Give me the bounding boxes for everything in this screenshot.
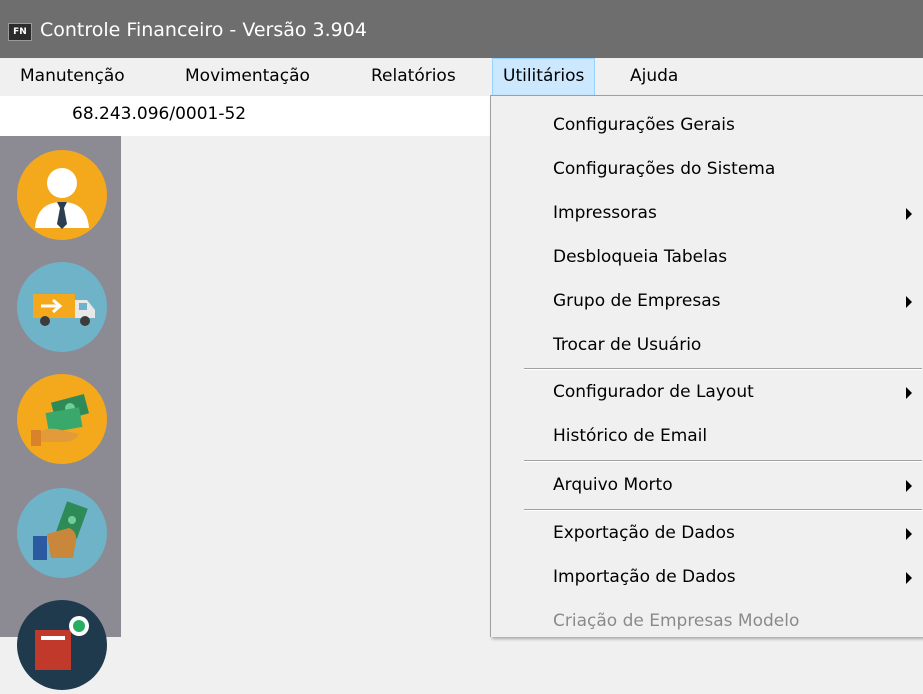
menu-item-configuracoes-gerais[interactable]: Configurações Gerais — [491, 104, 923, 148]
menu-bar: Manutenção Movimentação Relatórios Utili… — [0, 58, 923, 96]
menu-separator — [524, 368, 922, 370]
menu-utilitarios[interactable]: Utilitários — [492, 58, 596, 96]
company-cnpj: 68.243.096/0001-52 — [72, 104, 247, 124]
menu-item-label: Configurador de Layout — [553, 382, 754, 402]
menu-item-grupo-empresas[interactable]: Grupo de Empresas — [491, 280, 923, 324]
menu-item-label: Arquivo Morto — [553, 475, 673, 495]
menu-movimentacao[interactable]: Movimentação — [175, 58, 320, 96]
submenu-arrow-icon — [906, 296, 912, 308]
submenu-arrow-icon — [906, 572, 912, 584]
menu-item-label: Configurações Gerais — [553, 115, 735, 135]
menu-separator — [524, 460, 922, 462]
utilitarios-dropdown-menu: Configurações Gerais Configurações do Si… — [490, 95, 923, 637]
window-title: Controle Financeiro - Versão 3.904 — [40, 19, 367, 41]
menu-item-configurador-layout[interactable]: Configurador de Layout — [491, 371, 923, 415]
submenu-arrow-icon — [906, 208, 912, 220]
menu-ajuda[interactable]: Ajuda — [620, 58, 688, 96]
menu-item-trocar-usuario[interactable]: Trocar de Usuário — [491, 324, 923, 368]
menu-manutencao[interactable]: Manutenção — [10, 58, 135, 96]
delivery-truck-icon[interactable] — [17, 262, 107, 352]
title-bar: FN Controle Financeiro - Versão 3.904 — [0, 0, 923, 58]
menu-item-label: Desbloqueia Tabelas — [553, 247, 728, 267]
menu-item-configuracoes-sistema[interactable]: Configurações do Sistema — [491, 148, 923, 192]
menu-item-importacao-dados[interactable]: Importação de Dados — [491, 556, 923, 600]
menu-item-label: Configurações do Sistema — [553, 159, 776, 179]
money-payment-icon[interactable] — [17, 374, 107, 464]
submenu-arrow-icon — [906, 387, 912, 399]
submenu-arrow-icon — [906, 528, 912, 540]
menu-item-label: Trocar de Usuário — [553, 335, 702, 355]
menu-item-impressoras[interactable]: Impressoras — [491, 192, 923, 236]
menu-item-label: Importação de Dados — [553, 567, 736, 587]
company-bar: 68.243.096/0001-52 — [0, 96, 490, 136]
sidebar — [0, 136, 121, 690]
document-dollar-icon[interactable] — [17, 600, 107, 690]
menu-item-criacao-empresas-modelo: Criação de Empresas Modelo — [491, 600, 923, 644]
menu-item-label: Exportação de Dados — [553, 523, 735, 543]
menu-item-label: Grupo de Empresas — [553, 291, 721, 311]
menu-item-historico-email[interactable]: Histórico de Email — [491, 415, 923, 459]
menu-item-label: Histórico de Email — [553, 426, 708, 446]
menu-item-arquivo-morto[interactable]: Arquivo Morto — [491, 464, 923, 508]
menu-item-label: Impressoras — [553, 203, 657, 223]
receive-money-icon[interactable] — [17, 488, 107, 578]
menu-relatorios[interactable]: Relatórios — [361, 58, 466, 96]
menu-separator — [524, 509, 922, 511]
menu-item-label: Criação de Empresas Modelo — [553, 611, 800, 631]
user-profile-icon[interactable] — [17, 150, 107, 240]
menu-item-desbloqueia-tabelas[interactable]: Desbloqueia Tabelas — [491, 236, 923, 280]
app-icon: FN — [8, 23, 32, 41]
menu-item-exportacao-dados[interactable]: Exportação de Dados — [491, 512, 923, 556]
submenu-arrow-icon — [906, 480, 912, 492]
